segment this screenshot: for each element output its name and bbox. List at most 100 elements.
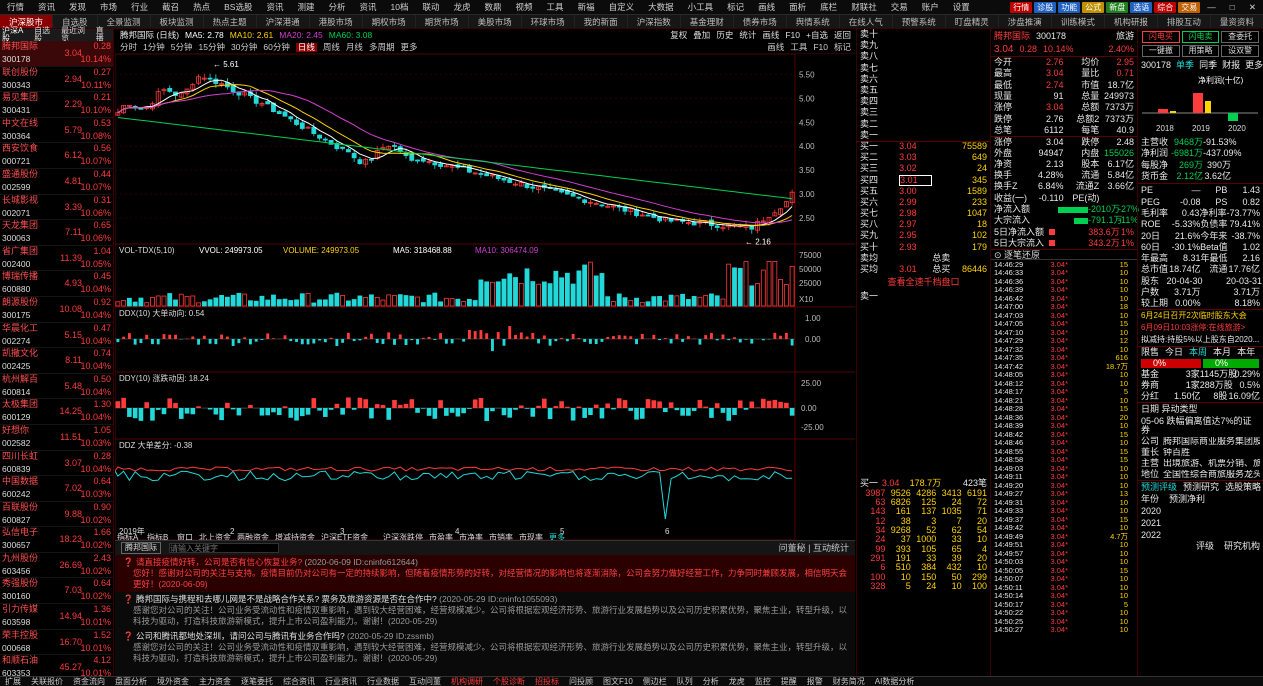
menu-item[interactable]: 新福 [571, 3, 602, 12]
indicator-tab[interactable]: 窗口 [177, 532, 193, 540]
menu-item[interactable]: 面析 [782, 3, 813, 12]
tab-13[interactable]: 基金理财 [681, 15, 734, 28]
limit-tab[interactable]: 今日 [1165, 348, 1183, 357]
indicator-tab[interactable]: 沪深涨跌停 [383, 532, 423, 540]
chart-tool-button[interactable]: 返回 [834, 31, 851, 40]
stock-row[interactable]: 长城影视 002071 3.39 0.31 10.06% [0, 195, 113, 221]
stock-row[interactable]: 盛通股份 002599 4.81 0.44 10.07% [0, 169, 113, 195]
chart-tool-button[interactable]: +自选 [806, 31, 828, 40]
menu-item[interactable]: 画线 [751, 3, 782, 12]
eval-tab[interactable]: 选股策略 [1225, 482, 1261, 492]
stock-row[interactable]: 太极集团 600129 14.25 1.30 10.04% [0, 399, 113, 425]
period-8[interactable]: 月线 [346, 43, 363, 52]
menu-item[interactable]: 龙虎 [447, 3, 478, 12]
menu-item[interactable]: 截召 [155, 3, 186, 12]
tab-9[interactable]: 美股市场 [469, 15, 522, 28]
eval-tab[interactable]: 预测评级 [1141, 482, 1177, 492]
close-icon[interactable]: ✕ [1242, 3, 1263, 12]
status-item[interactable]: 龙虎 [724, 677, 750, 686]
status-item[interactable]: 盘面分析 [110, 677, 152, 686]
menu-item[interactable]: 市场 [93, 3, 124, 12]
stock-row[interactable]: 中国数据 600242 7.02 0.64 10.03% [0, 476, 113, 502]
stock-row[interactable]: 弘信电子 300657 18.23 1.66 10.02% [0, 527, 113, 553]
tab-3[interactable]: 板块监测 [151, 15, 204, 28]
news-stock-tab[interactable]: 腾邦国际 [121, 542, 161, 554]
stock-row[interactable]: 好想你 002582 11.51 1.05 10.03% [0, 425, 113, 451]
menu-item[interactable]: 数鼎 [478, 3, 509, 12]
menu-item[interactable]: 联动 [415, 3, 446, 12]
menu-item[interactable]: 账户 [915, 3, 946, 12]
indicator-tab[interactable]: 沪深ETF资金 [321, 532, 368, 540]
period-tool[interactable]: F10 [813, 43, 828, 52]
period-7[interactable]: 周线 [323, 43, 340, 52]
status-item[interactable]: 图文F10 [598, 677, 638, 686]
fin-tab[interactable]: 300178 [1141, 60, 1171, 70]
period-10[interactable]: 更多 [400, 43, 417, 52]
chart-tool-button[interactable]: F10 [785, 31, 800, 40]
menu-item[interactable]: 财联社 [844, 3, 884, 12]
stock-row[interactable]: 天龙集团 300063 7.11 0.65 10.06% [0, 220, 113, 246]
menu-item[interactable]: 发现 [62, 3, 93, 12]
indicator-tab[interactable]: 指标A [117, 532, 139, 540]
period-6[interactable]: 日线 [295, 43, 317, 52]
status-item[interactable]: 侧边栏 [638, 677, 672, 686]
menu-item[interactable]: 分析 [321, 3, 352, 12]
indicator-tab[interactable]: 指标B [147, 532, 168, 540]
trade-button[interactable]: 查委托 [1221, 31, 1259, 43]
menu-item[interactable]: 资讯 [31, 3, 62, 12]
limit-tab[interactable]: 限售 [1141, 348, 1159, 357]
status-item[interactable]: 主力资金 [194, 677, 236, 686]
stock-row[interactable]: 秀强股份 300160 7.03 0.64 10.02% [0, 578, 113, 605]
period-tool[interactable]: 画线 [767, 43, 784, 52]
tab-6[interactable]: 港股市场 [310, 15, 363, 28]
tab-23[interactable]: 量资资料 [1211, 15, 1263, 28]
menu-item[interactable]: 大数据 [641, 3, 681, 12]
stock-row[interactable]: 博瑞传播 600880 4.93 0.45 10.04% [0, 271, 113, 297]
menu-item[interactable]: 热点 [186, 3, 217, 12]
menu-item[interactable]: 行业 [124, 3, 155, 12]
status-item[interactable]: 机构调研 [446, 677, 488, 686]
period-9[interactable]: 多周期 [369, 43, 395, 52]
menu-item[interactable]: 测建 [290, 3, 321, 12]
trade-button[interactable]: 设双警 [1221, 45, 1259, 57]
stock-row[interactable]: 九州股份 603456 26.69 2.43 10.02% [0, 553, 113, 579]
period-tool[interactable]: 标记 [834, 43, 851, 52]
maximize-icon[interactable]: □ [1223, 3, 1242, 12]
menu-item[interactable]: 底栏 [813, 3, 844, 12]
trade-button[interactable]: 闪电卖 [1181, 31, 1220, 43]
stock-row[interactable]: 荣丰控股 000668 16.70 1.52 10.01% [0, 630, 113, 656]
tab-22[interactable]: 排股互动 [1158, 15, 1211, 28]
eval-tab[interactable]: 预测研究 [1183, 482, 1219, 492]
chart-tool-button[interactable]: 统计 [739, 31, 756, 40]
news-item[interactable]: ❓ 公司和腾讯都地处深圳，请问公司与腾讯有业务合作吗? (2020-05-29 … [115, 629, 855, 666]
news-item[interactable]: ❓ 腾邦国际与携程和去哪儿网是不是战略合作关系? 票务及旅游资源是否在合作中? … [115, 592, 855, 629]
chart-tool-button[interactable]: 画线 [762, 31, 779, 40]
menu-item[interactable]: 行情 [0, 3, 31, 12]
tab-21[interactable]: 机构研报 [1105, 15, 1158, 28]
status-item[interactable]: 综合资讯 [278, 677, 320, 686]
period-5[interactable]: 60分钟 [263, 43, 289, 52]
stock-row[interactable]: 百联股份 600827 9.88 0.90 10.02% [0, 502, 113, 528]
tab-18[interactable]: 盯盘精灵 [946, 15, 999, 28]
notice-3[interactable]: 拟减持:持股5%以上股东自2020... [1138, 334, 1263, 346]
status-item[interactable]: 境外资金 [152, 677, 194, 686]
tab-7[interactable]: 期权市场 [363, 15, 416, 28]
status-item[interactable]: 报警 [802, 677, 828, 686]
period-2[interactable]: 5分钟 [171, 43, 193, 52]
menu-flag[interactable]: 交易 [1178, 1, 1201, 13]
fin-tab[interactable]: 财报 [1222, 60, 1240, 70]
status-item[interactable]: 逐笔委托 [236, 677, 278, 686]
status-item[interactable]: 扩展 [0, 677, 26, 686]
quote-tag[interactable]: 旅游 [1116, 31, 1134, 41]
tab-4[interactable]: 热点主题 [204, 15, 257, 28]
limit-tab[interactable]: 本月 [1213, 348, 1231, 357]
period-3[interactable]: 15分钟 [198, 43, 224, 52]
menu-item[interactable]: 自定义 [602, 3, 642, 12]
trade-button[interactable]: 一键撤 [1142, 45, 1180, 57]
minimize-icon[interactable]: — [1200, 3, 1223, 12]
status-item[interactable]: 资金流向 [68, 677, 110, 686]
stock-row[interactable]: 省广集团 002400 11.39 1.04 10.05% [0, 246, 113, 272]
notice-2[interactable]: 6月09日10:03涨停:在线旅游> [1138, 322, 1263, 334]
trade-button[interactable]: 闪电买 [1142, 31, 1180, 43]
trade-button[interactable]: 用策略 [1181, 45, 1220, 57]
